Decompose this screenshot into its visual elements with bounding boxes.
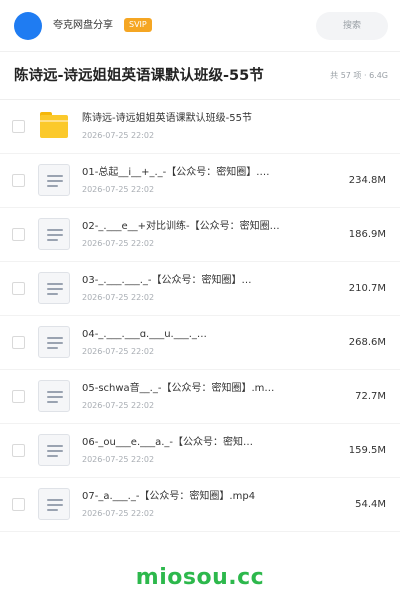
select-checkbox[interactable] [12,174,25,187]
select-checkbox[interactable] [12,120,25,133]
list-item[interactable]: 04-_.___.___ɑ.___u.___._… 2026-07-25 22:… [0,316,400,370]
file-date: 2026-07-25 22:02 [82,131,155,140]
file-size: 54.4M [355,499,386,510]
video-file-icon [38,380,70,412]
video-file-icon [38,164,70,196]
folder-meta: 共 57 项 · 6.4G [330,71,388,80]
sharer-name: 夸克网盘分享 [53,20,113,31]
select-checkbox[interactable] [12,444,25,457]
file-date: 2026-07-25 22:02 [82,401,155,410]
select-checkbox[interactable] [12,390,25,403]
watermark: miosou.cc [135,565,265,590]
svip-badge: SVIP [124,18,152,32]
list-item[interactable]: 02-_.___e__+对比训练-【公众号：密知圈… 2026-07-25 22… [0,208,400,262]
select-checkbox[interactable] [12,498,25,511]
video-file-icon [38,218,70,250]
list-item[interactable]: 06-_ou___e.___a._-【公众号：密知… 2026-07-25 22… [0,424,400,478]
video-file-icon [38,488,70,520]
video-file-icon [38,434,70,466]
file-name: 02-_.___e__+对比训练-【公众号：密知圈… [82,221,280,232]
file-name: 03-_.___.___._-【公众号：密知圈】… [82,275,252,286]
file-date: 2026-07-25 22:02 [82,239,155,248]
file-list: 陈诗远-诗远姐姐英语课默认班级-55节 2026-07-25 22:02 01-… [0,100,400,532]
list-item[interactable]: 03-_.___.___._-【公众号：密知圈】… 2026-07-25 22:… [0,262,400,316]
file-size: 186.9M [348,229,386,240]
folder-icon [40,112,68,138]
file-name: 06-_ou___e.___a._-【公众号：密知… [82,437,254,448]
list-item[interactable]: 07-_a.___._-【公众号：密知圈】.mp4 2026-07-25 22:… [0,478,400,532]
list-item[interactable]: 陈诗远-诗远姐姐英语课默认班级-55节 2026-07-25 22:02 [0,100,400,154]
file-name: 04-_.___.___ɑ.___u.___._… [82,329,207,340]
avatar[interactable] [14,12,42,40]
file-size: 268.6M [348,337,386,348]
list-item[interactable]: 01-总起__i__+_._-【公众号：密知圈】.… 2026-07-25 22… [0,154,400,208]
file-size: 159.5M [348,445,386,456]
page-title: 陈诗远-诗远姐姐英语课默认班级-55节 [14,68,264,84]
file-date: 2026-07-25 22:02 [82,347,155,356]
file-date: 2026-07-25 22:02 [82,455,155,464]
select-checkbox[interactable] [12,282,25,295]
file-date: 2026-07-25 22:02 [82,185,155,194]
folder-title-bar: 陈诗远-诗远姐姐英语课默认班级-55节 共 57 项 · 6.4G [0,52,400,100]
video-file-icon [38,272,70,304]
file-name: 05-schwa音__._-【公众号：密知圈】.m… [82,383,275,394]
file-size: 210.7M [348,283,386,294]
file-date: 2026-07-25 22:02 [82,293,155,302]
header: 夸克网盘分享 SVIP 搜索 [0,0,400,52]
file-size: 234.8M [348,175,386,186]
select-checkbox[interactable] [12,228,25,241]
select-checkbox[interactable] [12,336,25,349]
file-size: 72.7M [355,391,386,402]
file-date: 2026-07-25 22:02 [82,509,155,518]
file-name: 01-总起__i__+_._-【公众号：密知圈】.… [82,167,270,178]
file-name: 07-_a.___._-【公众号：密知圈】.mp4 [82,491,256,502]
search-button[interactable]: 搜索 [316,12,388,40]
video-file-icon [38,326,70,358]
file-name: 陈诗远-诗远姐姐英语课默认班级-55节 [82,113,252,124]
list-item[interactable]: 05-schwa音__._-【公众号：密知圈】.m… 2026-07-25 22… [0,370,400,424]
